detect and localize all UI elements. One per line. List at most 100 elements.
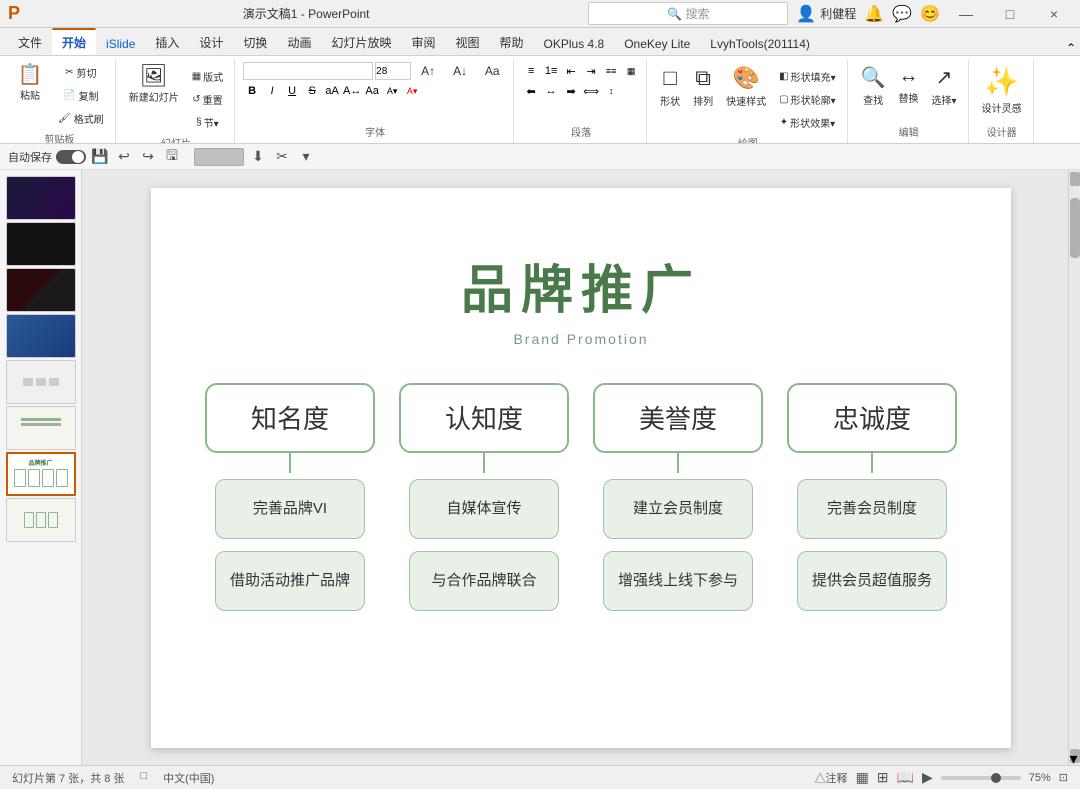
shape-fill-button[interactable]: ◧ 形状填充▾ [774,66,840,87]
copy-icon: 📄 [63,90,75,101]
design-ideas-label: 设计灵感 [982,100,1022,115]
fit-slide-button[interactable]: ⊡ [1059,771,1068,784]
close-button[interactable]: × [1036,0,1072,28]
strikethrough-button[interactable]: S [303,82,321,100]
align-center-button[interactable]: ↔ [542,82,560,100]
tab-animations[interactable]: 动画 [277,30,321,55]
reading-view-button[interactable]: 📖 [897,769,914,786]
increase-indent-button[interactable]: ⇥ [582,62,600,80]
tab-home[interactable]: 开始 [52,28,96,55]
shape-fill-icon: ◧ [779,71,788,82]
find-button[interactable]: 🔍 查找 [856,62,891,110]
copy-button[interactable]: 📄 复制 [53,85,109,106]
slide-thumb-7[interactable]: 7 品牌推广 [6,452,76,496]
linecount-button[interactable]: ≡≡ [602,62,620,80]
slide-thumb-4[interactable]: 4 [6,314,76,358]
slide-thumb-8[interactable]: 8 [6,498,76,542]
zoom-slider[interactable] [941,776,1021,780]
slide-thumb-6[interactable]: 6 [6,406,76,450]
slide-sorter-button[interactable]: ⊞ [877,769,889,786]
design-ideas-button[interactable]: ✨ 设计灵感 [977,62,1027,118]
undo-button[interactable]: ↩ [114,147,134,167]
tab-islide[interactable]: iSlide [96,33,145,55]
paste-button[interactable]: 📋 粘贴 [10,62,50,105]
tab-slideshow[interactable]: 幻灯片放映 [321,30,401,55]
shadow-button[interactable]: aA [323,82,341,100]
vertical-scrollbar[interactable]: ▾ [1068,170,1080,765]
tab-lvyh[interactable]: LvyhTools(201114) [700,33,820,55]
present-button[interactable]: 🖫 [162,147,182,167]
highlight-button[interactable]: A▾ [383,82,401,100]
qa-remove-button[interactable]: ✂ [272,147,292,167]
autosave-toggle[interactable] [56,150,86,164]
align-right-button[interactable]: ➡ [562,82,580,100]
section-button[interactable]: § 节▾ [187,112,228,133]
new-slide-button[interactable]: 🖼 新建幻灯片 [124,62,184,107]
italic-button[interactable]: I [263,82,281,100]
tab-view[interactable]: 视图 [445,30,489,55]
minimize-button[interactable]: — [948,0,984,28]
select-button[interactable]: ↗ 选择▾ [927,62,962,110]
textcolor-button[interactable]: A▾ [403,82,421,100]
reset-label: 重置 [203,92,223,107]
tab-design[interactable]: 设计 [189,30,233,55]
normal-view-button[interactable]: ▦ [856,769,869,786]
format-painter-button[interactable]: 🖌 格式刷 [53,108,109,129]
font-name-input[interactable] [243,62,373,80]
charspacing-button[interactable]: A↔ [343,82,361,100]
tab-transitions[interactable]: 切换 [233,30,277,55]
align-left-button[interactable]: ⬅ [522,82,540,100]
replace-button[interactable]: ↔ 替换 [894,62,924,108]
user-icon: 👤 [796,4,816,24]
slideshow-button[interactable]: ▶ [922,769,933,786]
layout-button[interactable]: ▦ 版式 [187,66,228,87]
ribbon: 📋 粘贴 ✂ 剪切 📄 复制 🖌 格式刷 剪贴板 [0,56,1080,144]
slide-thumb-2[interactable]: 2 [6,222,76,266]
tab-file[interactable]: 文件 [8,30,52,55]
numbering-button[interactable]: 1≡ [542,62,560,80]
columns-button[interactable]: ▦ [622,62,640,80]
slides-panel: 1 2 3 4 5 6 [0,170,82,765]
quick-style-icon: 🎨 [732,65,759,91]
justify-button[interactable]: ⟺ [582,82,600,100]
qa-dropdown-button[interactable]: ⬇ [248,147,268,167]
clipboard-group: 📋 粘贴 ✂ 剪切 📄 复制 🖌 格式刷 剪贴板 [4,60,116,143]
ribbon-collapse-icon[interactable]: ⌃ [1066,41,1076,55]
clear-format-button[interactable]: Aa [477,63,507,79]
arrange-button[interactable]: ⧉ 排列 [688,62,718,111]
increase-font-button[interactable]: A↑ [413,63,443,79]
qa-extra-button[interactable]: ▾ [296,147,316,167]
reset-button[interactable]: ↺ 重置 [187,89,228,110]
decrease-font-button[interactable]: A↓ [445,63,475,79]
comments-icon: 💬 [892,4,912,24]
quick-style-button[interactable]: 🎨 快速样式 [721,62,771,111]
underline-button[interactable]: U [283,82,301,100]
decrease-indent-button[interactable]: ⇤ [562,62,580,80]
fontcolor-button[interactable]: Aa [363,82,381,100]
tab-okplus[interactable]: OKPlus 4.8 [534,33,615,55]
canvas-area: 品牌推广 Brand Promotion 知名度 完善品牌VI 借助活动推广品牌… [82,170,1080,765]
font-size-input[interactable] [375,62,411,80]
scrollbar-thumb-v[interactable] [1070,198,1080,258]
tab-review[interactable]: 审阅 [401,30,445,55]
redo-button[interactable]: ↪ [138,147,158,167]
cut-button[interactable]: ✂ 剪切 [53,62,109,83]
tab-onekey[interactable]: OneKey Lite [614,33,700,55]
slide-thumb-5[interactable]: 5 [6,360,76,404]
save-button[interactable]: 💾 [90,147,110,167]
bullets-button[interactable]: ≡ [522,62,540,80]
slide-thumb-1[interactable]: 1 [6,176,76,220]
maximize-button[interactable]: □ [992,0,1028,28]
shape-outline-button[interactable]: ▢ 形状轮廓▾ [774,89,840,110]
bold-button[interactable]: B [243,82,261,100]
tab-insert[interactable]: 插入 [145,30,189,55]
notes-button[interactable]: △注释 [815,770,848,786]
search-bar[interactable]: 🔍 搜索 [588,2,788,25]
line-spacing-button[interactable]: ↕ [602,82,620,100]
slide-thumb-3[interactable]: 3 [6,268,76,312]
quick-access-bar: 自动保存 💾 ↩ ↪ 🖫 ⬇ ✂ ▾ [0,144,1080,170]
diagram-item-2-2: 与合作品牌联合 [409,551,559,611]
shape-effect-button[interactable]: ✦ 形状效果▾ [774,112,840,133]
shape-button[interactable]: □ 形状 [655,62,685,111]
tab-help[interactable]: 帮助 [490,30,534,55]
